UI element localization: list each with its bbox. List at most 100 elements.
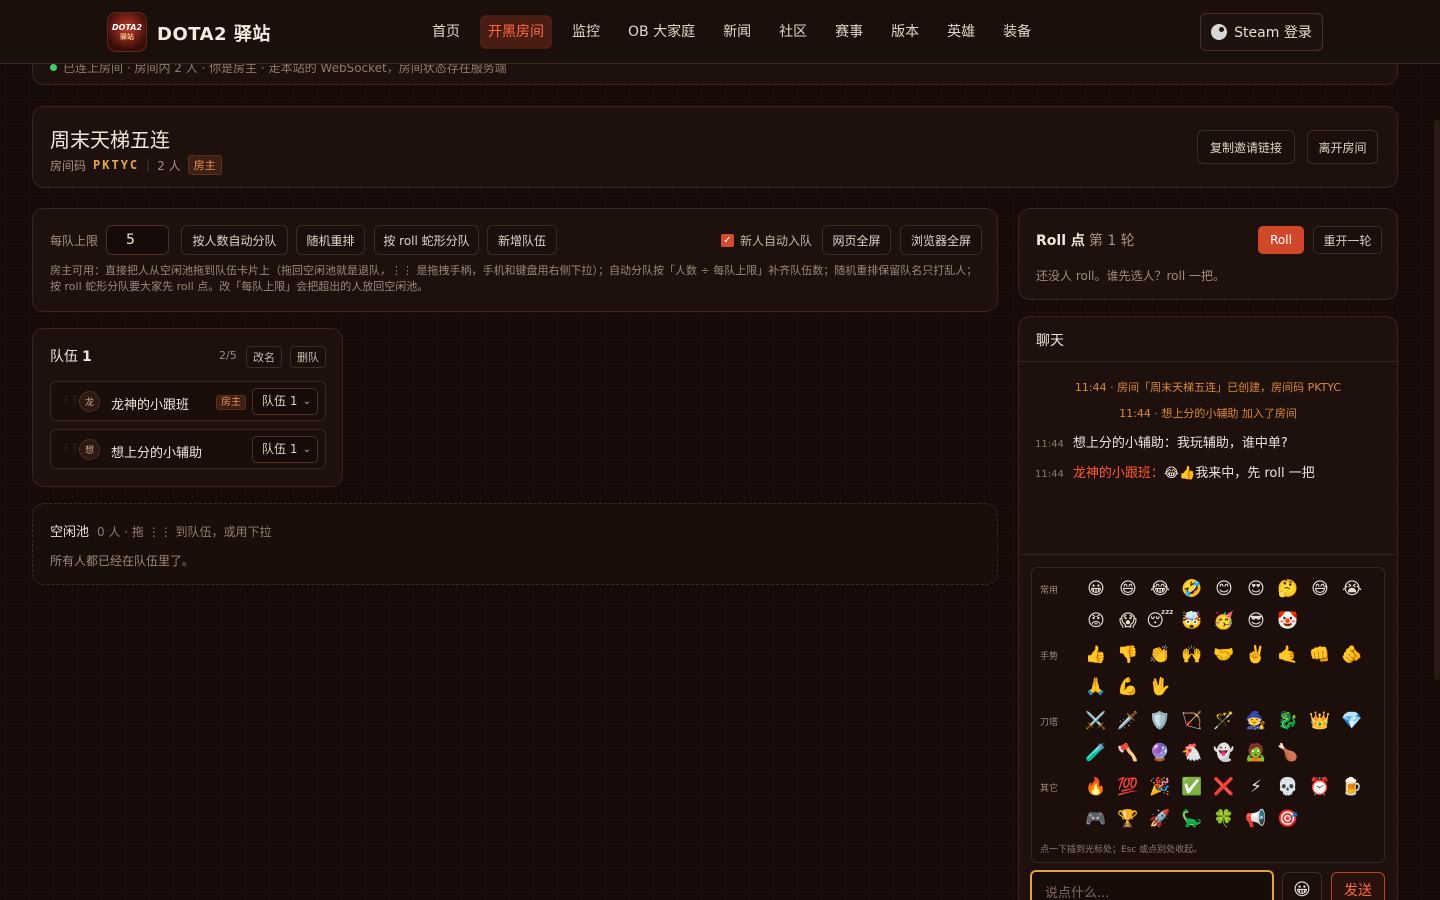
emoji-option[interactable]: 🎯	[1272, 803, 1304, 835]
team-member-row[interactable]: ⋮⋮ 龙 龙神的小跟班 房主 队伍 1 ⌄	[50, 381, 326, 421]
emoji-option[interactable]: 🦕	[1176, 803, 1208, 835]
emoji-option[interactable]: 😀	[1080, 573, 1112, 605]
emoji-option[interactable]: 🐔	[1176, 737, 1208, 769]
emoji-option[interactable]: 👻	[1208, 737, 1240, 769]
delete-team-button[interactable]: 删队	[290, 346, 326, 368]
emoji-option[interactable]: 🤔	[1272, 573, 1304, 605]
emoji-option[interactable]: ⚔️	[1080, 705, 1112, 737]
page-fullscreen-button[interactable]: 网页全屏	[822, 225, 891, 255]
emoji-option[interactable]: 🙏	[1080, 671, 1112, 703]
add-team-button[interactable]: 新增队伍	[487, 225, 557, 255]
team-member-row[interactable]: ⋮⋮ 想 想上分的小辅助 队伍 1 ⌄	[50, 429, 326, 469]
emoji-option[interactable]: 🍀	[1208, 803, 1240, 835]
emoji-option[interactable]: 👊	[1304, 639, 1336, 671]
nav-heroes[interactable]: 英雄	[939, 15, 983, 49]
emoji-option[interactable]: 🏆	[1112, 803, 1144, 835]
member-team-select[interactable]: 队伍 1 ⌄	[252, 436, 318, 463]
new-round-button[interactable]: 重开一轮	[1313, 226, 1382, 254]
emoji-option[interactable]: 🍗	[1272, 737, 1304, 769]
emoji-option[interactable]: 👏	[1144, 639, 1176, 671]
emoji-option[interactable]: 💀	[1272, 771, 1304, 803]
emoji-option[interactable]: 🙌	[1176, 639, 1208, 671]
emoji-option[interactable]: 🫵	[1336, 639, 1368, 671]
team-card[interactable]: 队伍 1 2/5 改名 删队 ⋮⋮ 龙 龙神的小跟班 房主 队伍 1 ⌄ ⋮⋮ 想…	[32, 328, 343, 487]
rename-team-button[interactable]: 改名	[246, 346, 282, 368]
emoji-option[interactable]: 🤡	[1272, 605, 1304, 637]
chat-input[interactable]: 说点什么...	[1030, 870, 1274, 900]
emoji-option[interactable]: 🔮	[1144, 737, 1176, 769]
emoji-option[interactable]: 🐉	[1272, 705, 1304, 737]
emoji-option[interactable]: 🪓	[1112, 737, 1144, 769]
auto-split-button[interactable]: 按人数自动分队	[181, 225, 288, 255]
auto-join-toggle[interactable]: ✓ 新人自动入队	[721, 232, 812, 249]
emoji-option[interactable]: 🗡️	[1112, 705, 1144, 737]
emoji-option[interactable]: 😡	[1080, 605, 1112, 637]
nav-rooms[interactable]: 开黑房间	[480, 15, 552, 49]
nav-ob-family[interactable]: OB 大家庭	[620, 15, 703, 49]
emoji-option[interactable]: 🧟	[1240, 737, 1272, 769]
emoji-option[interactable]: ⏰	[1304, 771, 1336, 803]
snake-split-button[interactable]: 按 roll 蛇形分队	[374, 225, 479, 255]
steam-login-button[interactable]: Steam 登录	[1200, 13, 1323, 51]
send-button[interactable]: 发送	[1331, 872, 1385, 900]
site-title[interactable]: DOTA2 驿站	[157, 20, 271, 46]
emoji-option[interactable]: 💎	[1336, 705, 1368, 737]
emoji-option[interactable]: 💪	[1112, 671, 1144, 703]
auto-join-checkbox[interactable]: ✓	[721, 234, 734, 247]
emoji-option[interactable]: 😭	[1336, 573, 1368, 605]
nav-home[interactable]: 首页	[424, 15, 468, 49]
emoji-option[interactable]: 🤯	[1176, 605, 1208, 637]
emoji-option[interactable]: 💯	[1112, 771, 1144, 803]
nav-matches[interactable]: 赛事	[827, 15, 871, 49]
nav-monitor[interactable]: 监控	[564, 15, 608, 49]
member-team-select[interactable]: 队伍 1 ⌄	[252, 388, 318, 415]
emoji-option[interactable]: ⚡	[1240, 771, 1272, 803]
shuffle-button[interactable]: 随机重排	[296, 225, 365, 255]
leave-room-button[interactable]: 离开房间	[1307, 130, 1378, 164]
emoji-option[interactable]: 😅	[1304, 573, 1336, 605]
emoji-option[interactable]: 👑	[1304, 705, 1336, 737]
emoji-option[interactable]: 🧙	[1240, 705, 1272, 737]
site-logo[interactable]: DOTA2 驿站	[107, 12, 147, 52]
emoji-option[interactable]: 🧪	[1080, 737, 1112, 769]
emoji-option[interactable]: 😄	[1112, 573, 1144, 605]
emoji-option[interactable]: 😴	[1144, 605, 1176, 637]
emoji-option[interactable]: ❌	[1208, 771, 1240, 803]
emoji-option[interactable]: 🖖	[1144, 671, 1176, 703]
roll-button[interactable]: Roll	[1258, 226, 1304, 254]
emoji-option[interactable]: 😎	[1240, 605, 1272, 637]
emoji-option[interactable]: ✌️	[1240, 639, 1272, 671]
nav-news[interactable]: 新闻	[715, 15, 759, 49]
emoji-option[interactable]: 🏹	[1176, 705, 1208, 737]
emoji-option[interactable]: 🛡️	[1144, 705, 1176, 737]
emoji-option[interactable]: 🪄	[1208, 705, 1240, 737]
team-limit-input[interactable]: 5	[106, 225, 169, 255]
emoji-toggle-button[interactable]: 😀	[1282, 872, 1322, 900]
browser-fullscreen-button[interactable]: 浏览器全屏	[900, 225, 982, 255]
drag-handle-icon[interactable]: ⋮⋮	[61, 395, 80, 406]
page-scrollbar[interactable]	[1434, 120, 1440, 680]
emoji-option[interactable]: 🍺	[1336, 771, 1368, 803]
emoji-option[interactable]: 😱	[1112, 605, 1144, 637]
emoji-option[interactable]: 📢	[1240, 803, 1272, 835]
emoji-option[interactable]: 😂	[1144, 573, 1176, 605]
emoji-option[interactable]: 🤣	[1176, 573, 1208, 605]
emoji-option[interactable]: 😊	[1208, 573, 1240, 605]
nav-patch[interactable]: 版本	[883, 15, 927, 49]
emoji-option[interactable]: 👍	[1080, 639, 1112, 671]
nav-community[interactable]: 社区	[771, 15, 815, 49]
idle-pool-dropzone[interactable]: 空闲池 0 人 · 拖 ⋮⋮ 到队伍，或用下拉 所有人都已经在队伍里了。	[32, 503, 998, 585]
emoji-option[interactable]: 😍	[1240, 573, 1272, 605]
copy-invite-button[interactable]: 复制邀请链接	[1197, 130, 1295, 164]
emoji-option[interactable]: 🎮	[1080, 803, 1112, 835]
emoji-option[interactable]: 🤙	[1272, 639, 1304, 671]
emoji-option[interactable]: 👎	[1112, 639, 1144, 671]
drag-handle-icon[interactable]: ⋮⋮	[61, 443, 80, 454]
emoji-option[interactable]: ✅	[1176, 771, 1208, 803]
emoji-option[interactable]: 🤝	[1208, 639, 1240, 671]
emoji-option[interactable]: 🥳	[1208, 605, 1240, 637]
nav-items[interactable]: 装备	[995, 15, 1039, 49]
emoji-option[interactable]: 🎉	[1144, 771, 1176, 803]
emoji-option[interactable]: 🔥	[1080, 771, 1112, 803]
emoji-option[interactable]: 🚀	[1144, 803, 1176, 835]
